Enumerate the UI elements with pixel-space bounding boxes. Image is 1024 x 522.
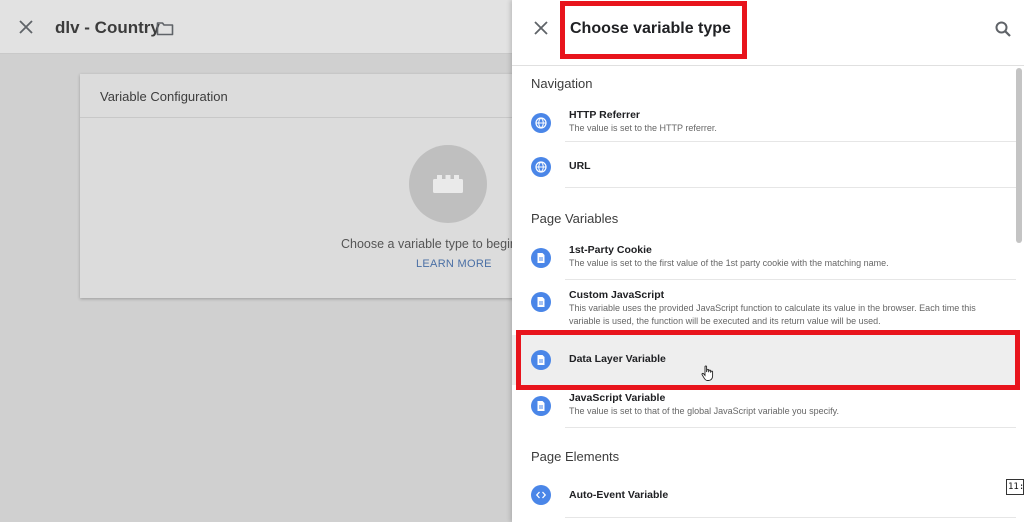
panel-header: Choose variable type [512,0,1024,66]
section-heading-navigation: Navigation [531,76,593,91]
globe-icon [531,113,551,133]
choose-variable-type-panel: Choose variable type Navigation HTTP Ref… [512,0,1024,522]
item-name: 1st-Party Cookie [569,244,652,256]
variable-type-1st-party-cookie[interactable]: 1st-Party Cookie The value is set to the… [512,236,1016,280]
item-name: Auto-Event Variable [569,489,669,501]
corner-badge: 11: [1006,479,1024,495]
variable-name[interactable]: dlv - Country [55,18,160,38]
section-heading-page-variables: Page Variables [531,211,619,226]
divider [565,517,1016,518]
item-name: HTTP Referrer [569,109,640,121]
scrollbar[interactable] [1016,68,1022,243]
item-name: JavaScript Variable [569,392,666,404]
title-highlight-box [560,1,747,59]
document-icon [531,396,551,416]
item-description: The value is set to that of the global J… [569,406,839,416]
data-layer-variable-highlight-box [516,330,1020,390]
close-icon[interactable] [17,18,35,36]
section-heading-page-elements: Page Elements [531,449,620,464]
document-icon [531,248,551,268]
item-name: Custom JavaScript [569,289,665,301]
variable-type-http-referrer[interactable]: HTTP Referrer The value is set to the HT… [512,100,1016,142]
divider [565,427,1016,428]
close-panel-icon[interactable] [533,20,549,36]
variable-configuration-card[interactable]: Variable Configuration Choose a variable… [80,74,520,298]
item-description: The value is set to the HTTP referrer. [569,123,717,133]
divider [565,187,1016,188]
variable-type-placeholder[interactable] [409,145,487,223]
code-icon [531,485,551,505]
variable-type-url[interactable]: URL [512,142,1016,188]
search-icon[interactable] [994,20,1012,38]
variable-type-javascript-variable[interactable]: JavaScript Variable The value is set to … [512,385,1016,428]
variable-type-custom-javascript[interactable]: Custom JavaScript This variable uses the… [512,280,1016,335]
choose-variable-prompt: Choose a variable type to begin [341,237,517,251]
hand-cursor-icon [701,365,714,381]
item-description: The value is set to the first value of t… [569,258,889,268]
document-icon [531,292,551,312]
brick-icon [433,175,463,193]
folder-icon[interactable] [156,21,174,36]
item-description: This variable uses the provided JavaScri… [569,303,976,326]
globe-icon [531,157,551,177]
card-title: Variable Configuration [80,74,520,118]
variable-type-auto-event-variable[interactable]: Auto-Event Variable [512,474,1016,518]
learn-more-link[interactable]: LEARN MORE [416,258,492,270]
item-name: URL [569,160,591,172]
